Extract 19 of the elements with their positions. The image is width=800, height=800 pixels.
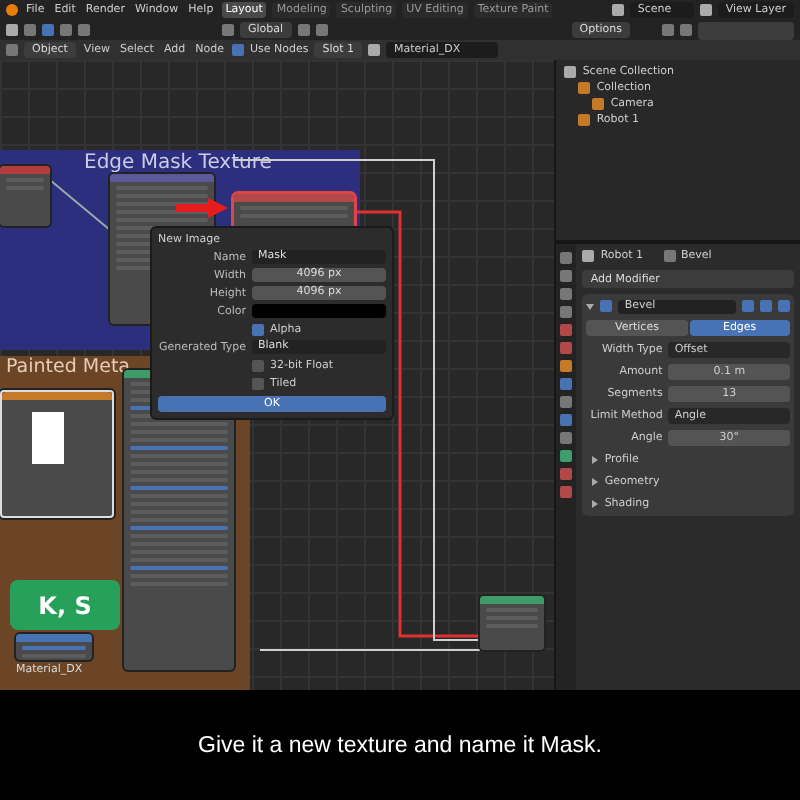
expand-icon[interactable] bbox=[592, 500, 599, 508]
expand-icon[interactable] bbox=[592, 456, 599, 464]
checkbox[interactable] bbox=[252, 359, 264, 371]
shortcut-badge: K, S bbox=[10, 580, 120, 630]
expand-icon[interactable] bbox=[586, 303, 595, 309]
expand-icon[interactable] bbox=[592, 478, 599, 486]
checkbox[interactable] bbox=[252, 377, 264, 389]
output-node[interactable] bbox=[480, 596, 544, 650]
shader-node[interactable] bbox=[0, 166, 50, 226]
search-field[interactable] bbox=[698, 21, 794, 39]
video-caption: Give it a new texture and name it Mask. bbox=[196, 731, 604, 761]
checkbox[interactable] bbox=[252, 323, 264, 335]
checkbox[interactable] bbox=[231, 44, 244, 56]
image-preview bbox=[32, 412, 64, 464]
color-swatch[interactable] bbox=[252, 304, 386, 318]
shader-node[interactable] bbox=[0, 390, 114, 518]
node-wire bbox=[49, 179, 111, 231]
arrow-icon bbox=[176, 198, 228, 218]
shader-node[interactable] bbox=[16, 634, 92, 660]
